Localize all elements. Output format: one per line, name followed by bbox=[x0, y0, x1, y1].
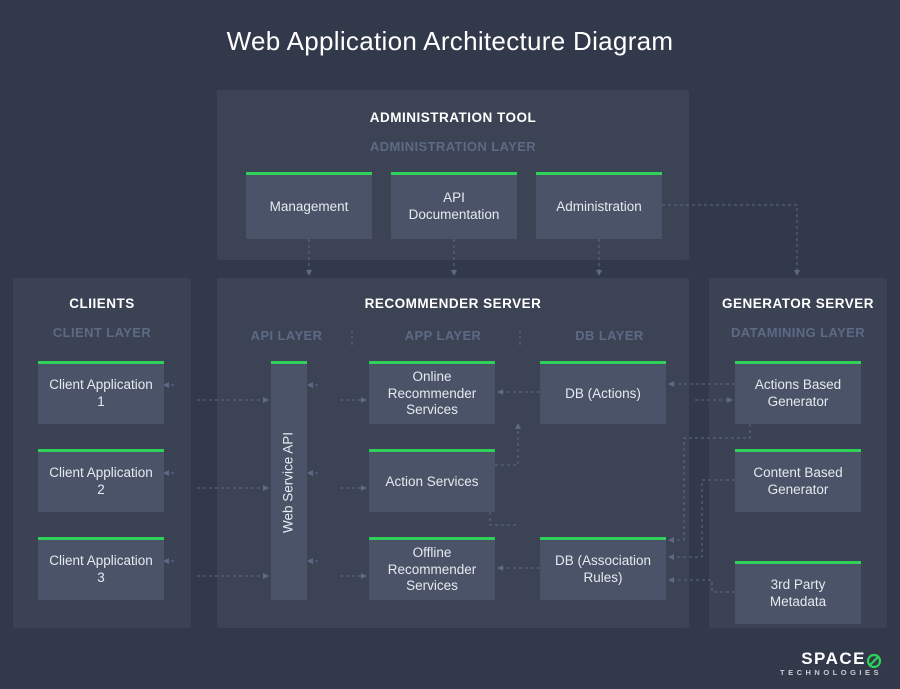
app-layer-title: APP LAYER bbox=[356, 328, 530, 343]
third-party-metadata-label: 3rd Party Metadata bbox=[743, 577, 853, 611]
actions-based-generator-node: Actions Based Generator bbox=[735, 361, 861, 424]
client-layer-title: CLIENT LAYER bbox=[13, 311, 191, 340]
client-app-1-node: Client Application 1 bbox=[38, 361, 164, 424]
brand-logo: SPACE TECHNOLOGIES bbox=[780, 649, 882, 677]
offline-recommender-node: Offline Recommender Services bbox=[369, 537, 495, 600]
content-based-generator-label: Content Based Generator bbox=[743, 465, 853, 499]
administration-label: Administration bbox=[556, 199, 642, 216]
clients-title: CLIIENTS bbox=[13, 278, 191, 311]
db-association-rules-label: DB (Association Rules) bbox=[548, 553, 658, 587]
diagram-title: Web Application Architecture Diagram bbox=[0, 0, 900, 65]
db-actions-node: DB (Actions) bbox=[540, 361, 666, 424]
recommender-server-title: RECOMMENDER SERVER bbox=[217, 278, 689, 311]
administration-layer-title: ADMINISTRATION LAYER bbox=[217, 125, 689, 154]
client-app-1-label: Client Application 1 bbox=[46, 377, 156, 411]
db-actions-label: DB (Actions) bbox=[565, 386, 641, 403]
online-recommender-node: Online Recommender Services bbox=[369, 361, 495, 424]
db-association-rules-node: DB (Association Rules) bbox=[540, 537, 666, 600]
generator-server-title: GENERATOR SERVER bbox=[709, 278, 887, 311]
api-layer-title: API LAYER bbox=[217, 328, 356, 343]
management-label: Management bbox=[270, 199, 349, 216]
brand-name: SPACE bbox=[801, 649, 866, 668]
third-party-metadata-node: 3rd Party Metadata bbox=[735, 561, 861, 624]
action-services-node: Action Services bbox=[369, 449, 495, 512]
brand-subtitle: TECHNOLOGIES bbox=[780, 668, 882, 677]
client-app-2-label: Client Application 2 bbox=[46, 465, 156, 499]
api-documentation-node: API Documentation bbox=[391, 172, 517, 239]
web-service-api-node: Web Service API bbox=[271, 361, 307, 600]
client-app-3-node: Client Application 3 bbox=[38, 537, 164, 600]
client-app-2-node: Client Application 2 bbox=[38, 449, 164, 512]
api-documentation-label: API Documentation bbox=[399, 190, 509, 224]
content-based-generator-node: Content Based Generator bbox=[735, 449, 861, 512]
web-service-api-label: Web Service API bbox=[281, 431, 298, 532]
action-services-label: Action Services bbox=[385, 474, 478, 491]
offline-recommender-label: Offline Recommender Services bbox=[377, 545, 487, 596]
online-recommender-label: Online Recommender Services bbox=[377, 369, 487, 420]
client-app-3-label: Client Application 3 bbox=[46, 553, 156, 587]
administration-tool-title: ADMINISTRATION TOOL bbox=[217, 90, 689, 125]
actions-based-generator-label: Actions Based Generator bbox=[743, 377, 853, 411]
datamining-layer-title: DATAMINING LAYER bbox=[709, 311, 887, 340]
brand-accent-icon bbox=[866, 650, 882, 670]
administration-node: Administration bbox=[536, 172, 662, 239]
db-layer-title: DB LAYER bbox=[530, 328, 689, 343]
management-node: Management bbox=[246, 172, 372, 239]
